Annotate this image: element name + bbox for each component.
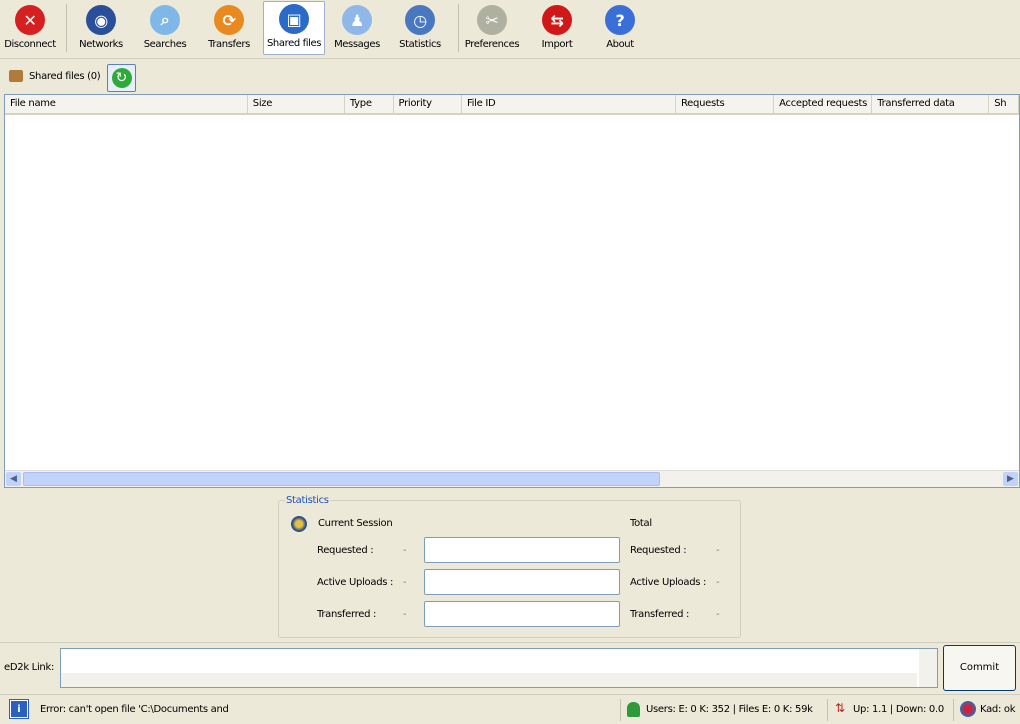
session-stat-bar xyxy=(424,569,620,595)
horizontal-scrollbar[interactable]: ◀ ▶ xyxy=(5,470,1019,487)
toolbar-label: Shared files xyxy=(266,38,322,49)
transfer-rate-icon: ⇅ xyxy=(835,701,846,715)
toolbar-transfers-button[interactable]: ⟳ Transfers xyxy=(202,1,256,55)
toolbar-searches-button[interactable]: ⌕ Searches xyxy=(139,1,191,55)
preferences-icon: ✂ xyxy=(477,5,507,35)
toolbar-separator xyxy=(66,4,67,52)
shared-files-count: Shared files (0) xyxy=(29,71,101,82)
session-stat-label: Requested : xyxy=(317,545,374,556)
divider xyxy=(953,699,954,721)
disconnect-icon: ✕ xyxy=(15,5,45,35)
statistics-icon: ◷ xyxy=(405,5,435,35)
total-stat-label: Requested : xyxy=(630,545,687,556)
column-header-priority[interactable]: Priority xyxy=(394,95,462,113)
table-header: File name Size Type Priority File ID Requests… xyxy=(5,95,1019,115)
toolbar-label: Import xyxy=(541,39,573,50)
total-label: Total xyxy=(630,518,652,529)
divider xyxy=(620,699,621,721)
kad-icon xyxy=(960,701,976,717)
toolbar-messages-button[interactable]: ♟ Messages xyxy=(329,1,385,55)
column-header-size[interactable]: Size xyxy=(248,95,345,113)
total-stat-label: Transferred : xyxy=(630,609,690,620)
transfer-rate-status: Up: 1.1 | Down: 0.0 xyxy=(853,704,944,715)
reload-icon: ↻ xyxy=(111,68,132,88)
toolbar-label: Transfers xyxy=(208,39,250,50)
scroll-thumb[interactable] xyxy=(23,472,660,486)
toolbar-label: Networks xyxy=(79,39,123,50)
toolbar-shared-files-button[interactable]: ▣ Shared files xyxy=(263,1,325,55)
current-session-label: Current Session xyxy=(318,518,393,529)
info-icon: i xyxy=(9,699,29,719)
column-header-file-name[interactable]: File name xyxy=(5,95,248,113)
toolbar-statistics-button[interactable]: ◷ Statistics xyxy=(393,1,447,55)
status-message: Error: can't open file 'C:\Documents and xyxy=(40,704,229,715)
session-stat-bar xyxy=(424,601,620,627)
ed2k-vertical-scrollbar[interactable] xyxy=(919,649,937,687)
status-bar: i Error: can't open file 'C:\Documents a… xyxy=(0,694,1020,724)
networks-icon: ◉ xyxy=(86,5,116,35)
import-icon: ⇆ xyxy=(542,5,572,35)
scroll-left-icon[interactable]: ◀ xyxy=(6,472,21,486)
toolbar-disconnect-button[interactable]: ✕ Disconnect xyxy=(1,1,59,55)
session-stat-bar xyxy=(424,537,620,563)
total-stat-value: - xyxy=(716,609,720,620)
shared-files-table[interactable]: File name Size Type Priority File ID Requests… xyxy=(4,94,1020,488)
users-files-status: Users: E: 0 K: 352 | Files E: 0 K: 59k xyxy=(646,704,813,715)
toolbar-label: Statistics xyxy=(399,39,441,50)
scroll-right-icon[interactable]: ▶ xyxy=(1003,472,1018,486)
toolbar-label: About xyxy=(606,39,634,50)
transfers-icon: ⟳ xyxy=(214,5,244,35)
column-header-requests[interactable]: Requests xyxy=(676,95,775,113)
toolbar-networks-button[interactable]: ◉ Networks xyxy=(73,1,129,55)
session-stat-value: - xyxy=(403,545,407,556)
ed2k-link-input[interactable] xyxy=(60,648,938,688)
toolbar-label: Messages xyxy=(334,39,380,50)
toolbar-import-button[interactable]: ⇆ Import xyxy=(534,1,580,55)
toolbar-label: Searches xyxy=(143,39,187,50)
searches-icon: ⌕ xyxy=(150,5,180,35)
column-header-sh[interactable]: Sh xyxy=(989,95,1019,113)
toolbar-label: Preferences xyxy=(464,39,520,50)
about-icon: ? xyxy=(605,5,635,35)
column-header-type[interactable]: Type xyxy=(345,95,394,113)
shared-files-small-icon xyxy=(9,70,23,82)
divider xyxy=(827,699,828,721)
statistics-title: Statistics xyxy=(285,495,330,506)
statistics-session-icon xyxy=(291,516,307,532)
toolbar-separator xyxy=(458,4,459,52)
users-icon xyxy=(627,702,640,717)
toolbar-preferences-button[interactable]: ✂ Preferences xyxy=(460,1,524,55)
column-header-accepted-requests[interactable]: Accepted requests xyxy=(774,95,873,113)
toolbar-label: Disconnect xyxy=(4,39,56,50)
session-stat-label: Active Uploads : xyxy=(317,577,394,588)
ed2k-horizontal-scrollbar[interactable] xyxy=(61,673,917,687)
session-stat-value: - xyxy=(403,577,407,588)
column-header-file-id[interactable]: File ID xyxy=(462,95,676,113)
column-header-transferred-data[interactable]: Transferred data xyxy=(872,95,990,113)
divider xyxy=(0,642,1020,643)
total-stat-value: - xyxy=(716,577,720,588)
session-stat-label: Transferred : xyxy=(317,609,377,620)
reload-button[interactable]: ↻ xyxy=(107,64,136,92)
messages-icon: ♟ xyxy=(342,5,372,35)
ed2k-label: eD2k Link: xyxy=(4,662,55,673)
commit-button[interactable]: Commit xyxy=(943,645,1016,691)
kad-status: Kad: ok xyxy=(980,704,1016,715)
toolbar-about-button[interactable]: ? About xyxy=(598,1,642,55)
total-stat-label: Active Uploads : xyxy=(630,577,707,588)
divider xyxy=(0,58,1020,59)
session-stat-value: - xyxy=(403,609,407,620)
shared-files-icon: ▣ xyxy=(279,4,309,34)
total-stat-value: - xyxy=(716,545,720,556)
